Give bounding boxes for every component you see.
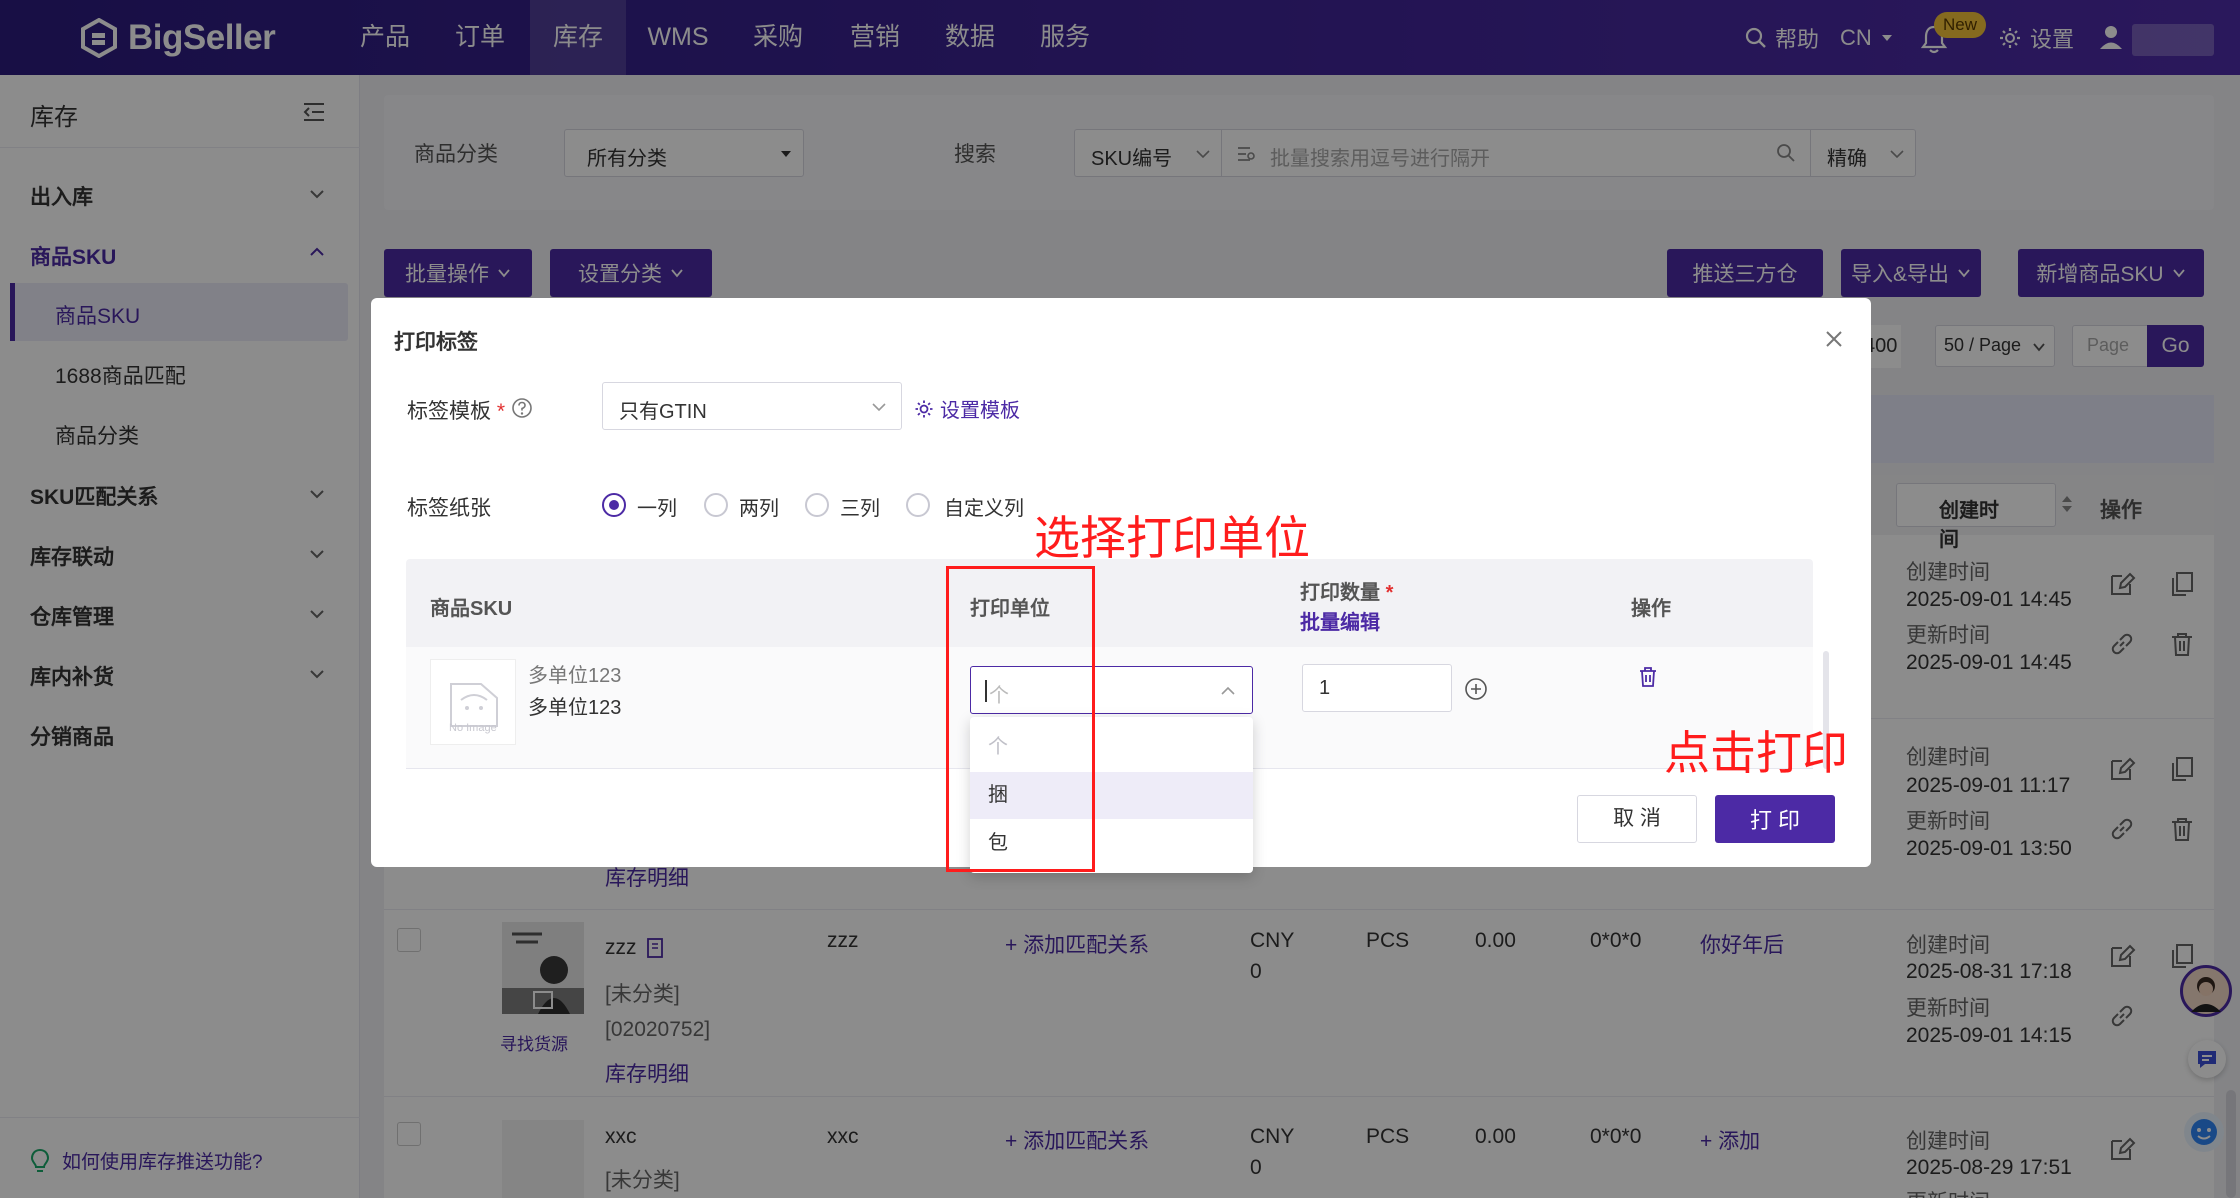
template-label-text: 标签模板: [407, 400, 491, 423]
required-asterisk: *: [496, 400, 506, 423]
paper-radio-one-column[interactable]: [602, 493, 626, 517]
row-sku-code: 多单位123: [528, 697, 622, 719]
template-select[interactable]: 只有GTIN: [602, 382, 902, 430]
delete-icon[interactable]: [1636, 665, 1660, 689]
paper-radio-custom[interactable]: [906, 493, 930, 517]
print-qty-value: 1: [1319, 677, 1331, 699]
required-asterisk: *: [1385, 582, 1394, 604]
template-label: 标签模板 *: [407, 395, 505, 425]
paper-option-three-columns[interactable]: 三列: [840, 492, 880, 521]
annotation-select-unit: 选择打印单位: [1034, 512, 1310, 564]
plus-circle-icon[interactable]: [1464, 677, 1488, 701]
set-template-link[interactable]: 设置模板: [914, 394, 1020, 423]
paper-radio-three-columns[interactable]: [805, 493, 829, 517]
batch-edit-link[interactable]: 批量编辑: [1300, 606, 1380, 635]
help-circle-icon[interactable]: [511, 397, 533, 419]
close-icon[interactable]: [1824, 329, 1844, 349]
no-image-text: No Image: [449, 722, 497, 734]
modal-title: 打印标签: [394, 331, 478, 354]
row-product-name: 多单位123: [528, 665, 622, 687]
paper-radio-two-columns[interactable]: [704, 493, 728, 517]
annotation-highlight-box: [946, 566, 1095, 872]
col-sku-header: 商品SKU: [430, 598, 513, 620]
col-qty-header-text: 打印数量: [1300, 582, 1380, 604]
paper-option-custom[interactable]: 自定义列: [944, 492, 1024, 521]
gear-icon: [915, 400, 933, 417]
annotation-click-print: 点击打印: [1664, 727, 1848, 779]
col-qty-header: 打印数量 *: [1300, 576, 1393, 605]
label-table-header: 商品SKU 打印单位 打印数量 * 批量编辑 操作: [406, 559, 1813, 647]
no-image-placeholder: No Image: [430, 659, 516, 745]
paper-option-one-column[interactable]: 一列: [637, 492, 677, 521]
print-button[interactable]: 打 印: [1715, 795, 1835, 843]
print-qty-input[interactable]: 1: [1302, 664, 1452, 712]
template-value: 只有GTIN: [619, 401, 707, 423]
chevron-up-icon: [1221, 686, 1235, 695]
print-label-modal: 打印标签 标签模板 * 只有GTIN 设置模板 标签纸张 一列 两列 三列 自定…: [371, 298, 1871, 873]
cancel-button[interactable]: 取 消: [1577, 795, 1697, 843]
chevron-down-icon: [872, 403, 886, 412]
paper-option-two-columns[interactable]: 两列: [739, 492, 779, 521]
set-template-label: 设置模板: [940, 400, 1020, 422]
paper-label: 标签纸张: [407, 497, 491, 520]
col-op-header: 操作: [1631, 598, 1671, 620]
